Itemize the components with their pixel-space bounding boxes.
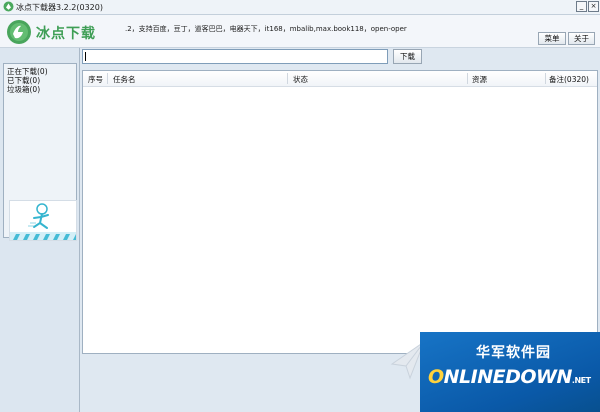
sidebar-item-trash[interactable]: 垃圾箱(0) (7, 84, 40, 95)
menu-button[interactable]: 菜单 (538, 32, 566, 45)
window-title: 冰点下载器3.2.2(0320) (16, 3, 103, 12)
minimize-button[interactable]: _ (576, 1, 587, 12)
mascot-banner (9, 200, 77, 241)
watermark-en-text: ONLINEDOWN.NET (428, 366, 591, 388)
column-divider (545, 73, 546, 84)
column-header-resource[interactable]: 资源 (472, 74, 487, 85)
supported-sites-marquee: .2，支持百度，豆丁，道客巴巴，电器天下，it168，mbalib,max.bo… (125, 25, 407, 33)
app-header: 冰点下载 .2，支持百度，豆丁，道客巴巴，电器天下，it168，mbalib,m… (0, 15, 600, 48)
running-mascot-icon (10, 201, 76, 240)
column-divider (467, 73, 468, 84)
url-toolbar: 下载 (82, 49, 598, 65)
about-button[interactable]: 关于 (568, 32, 595, 45)
task-table[interactable]: 序号 任务名 状态 资源 备注(0320) (82, 70, 598, 354)
text-cursor (85, 52, 86, 61)
url-input[interactable] (82, 49, 388, 64)
watermark-cn-text: 华军软件园 (476, 345, 551, 361)
logo-icon (7, 20, 31, 44)
app-icon (3, 1, 14, 12)
onlinedown-watermark: 华军软件园 ONLINEDOWN.NET (420, 332, 600, 412)
column-divider (107, 73, 108, 84)
column-header-status[interactable]: 状态 (293, 74, 308, 85)
column-divider (287, 73, 288, 84)
title-bar: 冰点下载器3.2.2(0320) _ × (0, 0, 600, 15)
close-button[interactable]: × (588, 1, 599, 12)
download-button[interactable]: 下载 (393, 49, 422, 64)
logo-text: 冰点下载 (36, 26, 96, 42)
column-header-notes[interactable]: 备注(0320) (549, 74, 589, 85)
column-header-index[interactable]: 序号 (88, 74, 103, 85)
sidebar: 正在下载(0) 已下载(0) 垃圾箱(0) (0, 48, 80, 412)
table-header: 序号 任务名 状态 资源 备注(0320) (83, 71, 597, 87)
column-header-task-name[interactable]: 任务名 (113, 74, 136, 85)
